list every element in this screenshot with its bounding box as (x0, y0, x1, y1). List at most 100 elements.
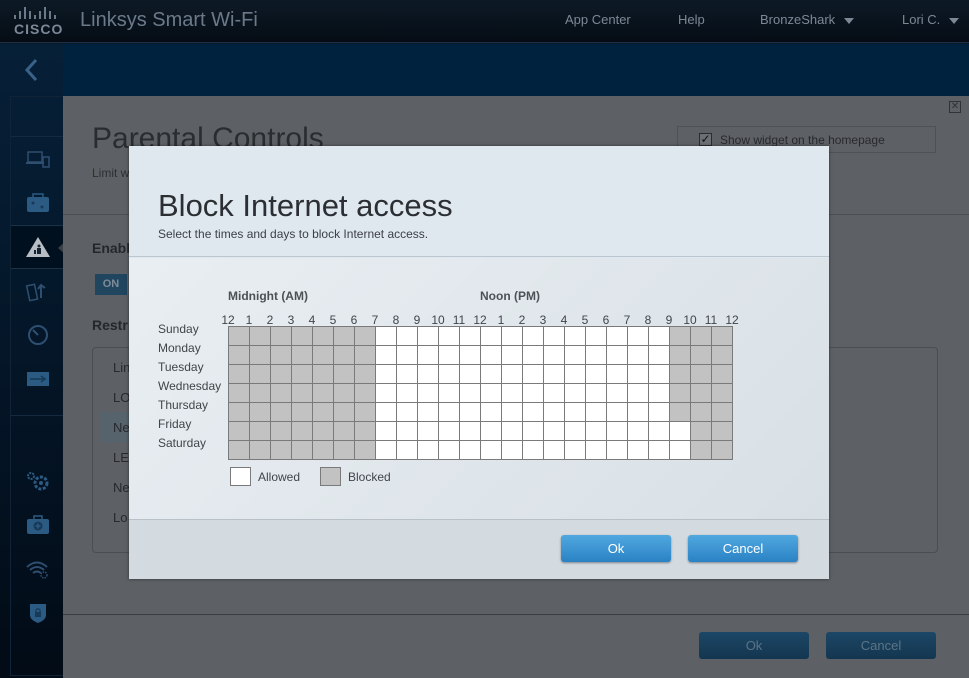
schedule-cell-blocked[interactable] (292, 384, 313, 403)
schedule-cell-allowed[interactable] (439, 346, 460, 365)
schedule-cell-allowed[interactable] (607, 403, 628, 422)
schedule-cell-blocked[interactable] (271, 365, 292, 384)
schedule-cell-allowed[interactable] (586, 365, 607, 384)
schedule-cell-allowed[interactable] (397, 327, 418, 346)
schedule-cell-blocked[interactable] (334, 346, 355, 365)
schedule-cell-blocked[interactable] (229, 346, 250, 365)
schedule-cell-blocked[interactable] (313, 403, 334, 422)
schedule-cell-allowed[interactable] (544, 384, 565, 403)
schedule-cell-allowed[interactable] (460, 384, 481, 403)
schedule-cell-allowed[interactable] (460, 346, 481, 365)
user-menu[interactable]: Lori C. (902, 12, 960, 27)
schedule-cell-allowed[interactable] (586, 327, 607, 346)
nav-help[interactable]: Help (678, 12, 705, 27)
schedule-cell-blocked[interactable] (712, 327, 733, 346)
schedule-cell-blocked[interactable] (271, 327, 292, 346)
schedule-cell-blocked[interactable] (334, 327, 355, 346)
schedule-cell-allowed[interactable] (649, 422, 670, 441)
schedule-cell-blocked[interactable] (313, 422, 334, 441)
schedule-cell-allowed[interactable] (460, 365, 481, 384)
schedule-cell-blocked[interactable] (355, 384, 376, 403)
schedule-cell-allowed[interactable] (418, 422, 439, 441)
schedule-cell-allowed[interactable] (523, 422, 544, 441)
dialog-ok-button[interactable]: Ok (561, 535, 671, 562)
schedule-cell-allowed[interactable] (628, 365, 649, 384)
schedule-cell-allowed[interactable] (397, 403, 418, 422)
schedule-cell-allowed[interactable] (607, 441, 628, 460)
sidebar-item-device-list[interactable] (11, 137, 64, 181)
schedule-cell-allowed[interactable] (649, 384, 670, 403)
schedule-cell-allowed[interactable] (607, 365, 628, 384)
sidebar-item-speed-test[interactable] (11, 313, 64, 357)
schedule-cell-allowed[interactable] (460, 403, 481, 422)
schedule-cell-allowed[interactable] (649, 365, 670, 384)
schedule-cell-blocked[interactable] (229, 422, 250, 441)
schedule-cell-allowed[interactable] (397, 384, 418, 403)
schedule-cell-allowed[interactable] (649, 441, 670, 460)
sidebar-item-wireless[interactable] (11, 547, 64, 591)
schedule-cell-allowed[interactable] (502, 327, 523, 346)
schedule-cell-allowed[interactable] (607, 346, 628, 365)
schedule-cell-allowed[interactable] (481, 422, 502, 441)
schedule-cell-allowed[interactable] (397, 422, 418, 441)
schedule-cell-allowed[interactable] (607, 384, 628, 403)
schedule-cell-blocked[interactable] (355, 422, 376, 441)
schedule-cell-blocked[interactable] (712, 403, 733, 422)
schedule-cell-allowed[interactable] (481, 346, 502, 365)
schedule-cell-blocked[interactable] (229, 403, 250, 422)
schedule-cell-allowed[interactable] (586, 441, 607, 460)
schedule-cell-allowed[interactable] (565, 403, 586, 422)
schedule-cell-blocked[interactable] (691, 327, 712, 346)
schedule-cell-allowed[interactable] (460, 441, 481, 460)
schedule-cell-allowed[interactable] (376, 384, 397, 403)
schedule-cell-allowed[interactable] (670, 441, 691, 460)
schedule-cell-blocked[interactable] (229, 384, 250, 403)
sidebar-item-connectivity[interactable] (11, 459, 64, 503)
schedule-cell-allowed[interactable] (523, 327, 544, 346)
schedule-cell-allowed[interactable] (376, 403, 397, 422)
schedule-cell-allowed[interactable] (607, 422, 628, 441)
schedule-cell-blocked[interactable] (691, 384, 712, 403)
schedule-cell-allowed[interactable] (418, 384, 439, 403)
schedule-cell-allowed[interactable] (376, 327, 397, 346)
schedule-cell-blocked[interactable] (292, 327, 313, 346)
schedule-cell-blocked[interactable] (334, 422, 355, 441)
schedule-cell-blocked[interactable] (334, 441, 355, 460)
schedule-cell-blocked[interactable] (691, 346, 712, 365)
schedule-cell-allowed[interactable] (523, 441, 544, 460)
schedule-cell-blocked[interactable] (271, 346, 292, 365)
schedule-cell-blocked[interactable] (292, 441, 313, 460)
schedule-cell-blocked[interactable] (355, 346, 376, 365)
schedule-cell-blocked[interactable] (250, 384, 271, 403)
schedule-cell-blocked[interactable] (712, 346, 733, 365)
schedule-cell-blocked[interactable] (691, 365, 712, 384)
schedule-cell-allowed[interactable] (544, 365, 565, 384)
sidebar-item-guest-access[interactable] (11, 181, 64, 225)
schedule-cell-blocked[interactable] (712, 441, 733, 460)
schedule-cell-blocked[interactable] (250, 327, 271, 346)
schedule-cell-allowed[interactable] (418, 365, 439, 384)
schedule-cell-allowed[interactable] (439, 365, 460, 384)
schedule-cell-allowed[interactable] (397, 441, 418, 460)
schedule-cell-blocked[interactable] (334, 384, 355, 403)
schedule-cell-allowed[interactable] (565, 365, 586, 384)
schedule-cell-blocked[interactable] (712, 365, 733, 384)
schedule-cell-allowed[interactable] (628, 384, 649, 403)
schedule-cell-blocked[interactable] (271, 384, 292, 403)
schedule-cell-allowed[interactable] (502, 422, 523, 441)
schedule-cell-blocked[interactable] (292, 346, 313, 365)
schedule-cell-blocked[interactable] (313, 327, 334, 346)
schedule-cell-allowed[interactable] (481, 384, 502, 403)
schedule-cell-allowed[interactable] (502, 384, 523, 403)
schedule-cell-blocked[interactable] (670, 403, 691, 422)
schedule-cell-blocked[interactable] (271, 422, 292, 441)
sidebar-item-parental-controls[interactable] (11, 225, 66, 269)
schedule-cell-allowed[interactable] (502, 346, 523, 365)
schedule-cell-allowed[interactable] (523, 384, 544, 403)
schedule-cell-allowed[interactable] (586, 346, 607, 365)
sidebar-item-security[interactable] (11, 591, 64, 635)
schedule-cell-allowed[interactable] (418, 403, 439, 422)
schedule-cell-allowed[interactable] (565, 346, 586, 365)
panel-cancel-button[interactable]: Cancel (826, 632, 936, 659)
schedule-cell-blocked[interactable] (271, 441, 292, 460)
